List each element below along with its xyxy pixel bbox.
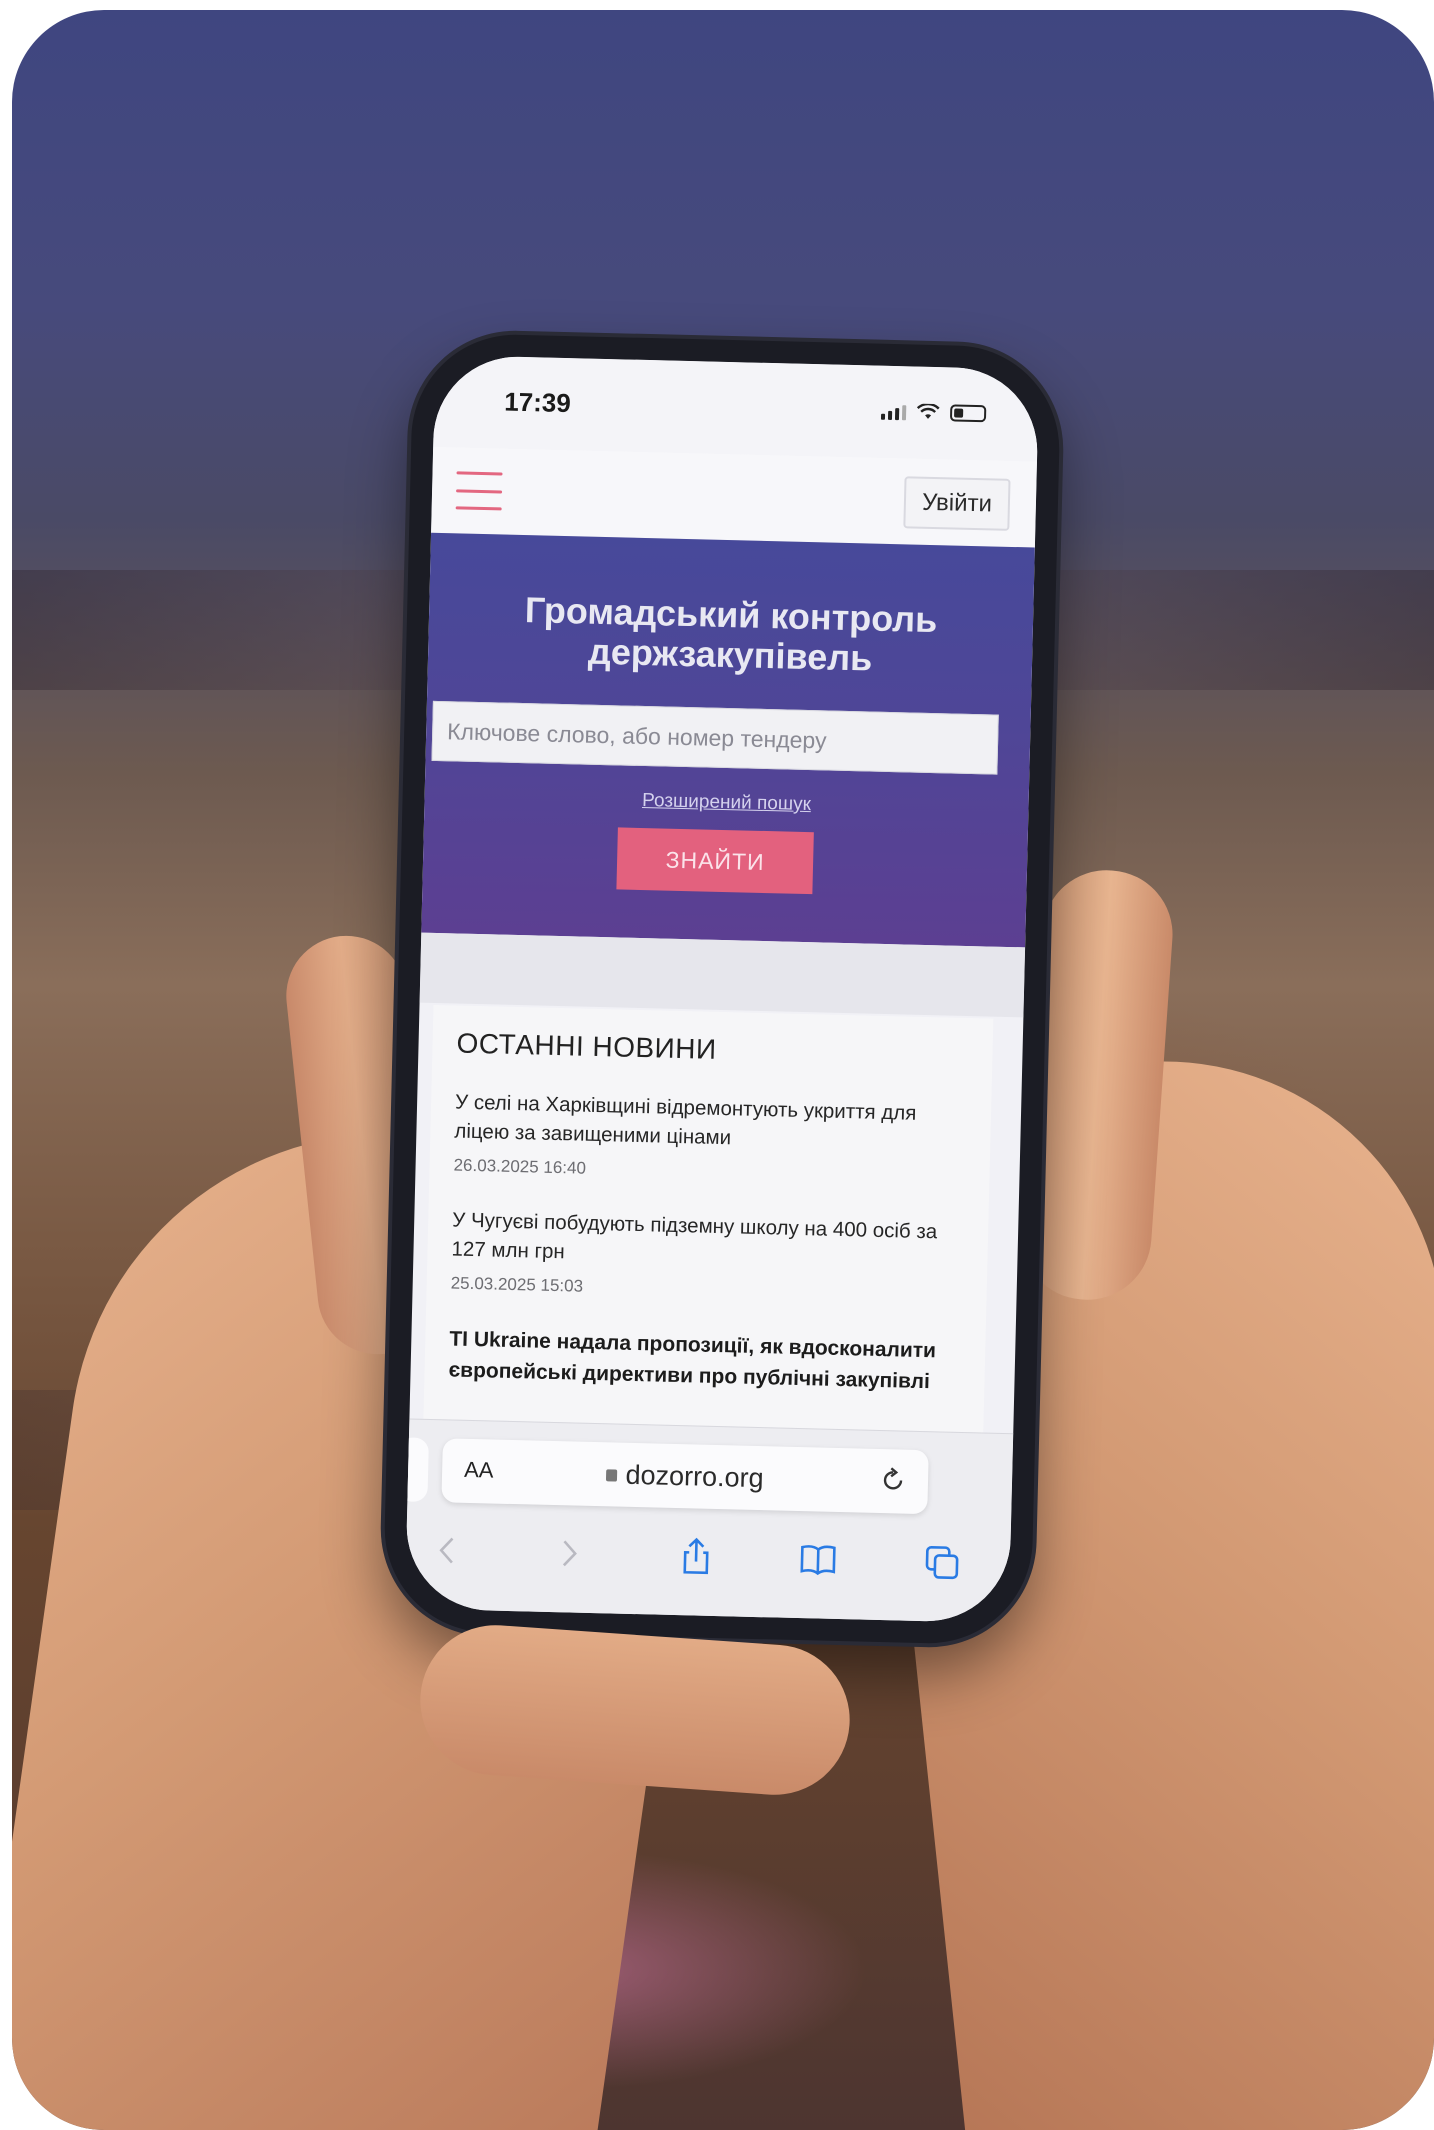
signal-icon <box>880 402 907 421</box>
news-title[interactable]: У Чугуєві побудують підземну школу на 40… <box>451 1205 962 1275</box>
wifi-icon <box>916 403 940 419</box>
news-item[interactable]: У Чугуєві побудують підземну школу на 40… <box>450 1205 962 1305</box>
news-title[interactable]: TI Ukraine надала пропозиції, як вдоскон… <box>448 1323 959 1397</box>
section-separator <box>419 932 1026 1018</box>
news-date: 26.03.2025 16:40 <box>453 1155 587 1178</box>
url-display[interactable]: dozorro.org <box>442 1455 929 1498</box>
news-item[interactable]: TI Ukraine надала пропозиції, як вдоскон… <box>448 1323 959 1397</box>
lock-icon <box>606 1469 618 1482</box>
menu-icon[interactable] <box>455 471 503 511</box>
tabs-icon[interactable] <box>922 1542 963 1583</box>
address-bar[interactable]: AA dozorro.org <box>441 1438 929 1515</box>
forward-icon[interactable] <box>548 1533 589 1574</box>
hero-title: Громадський контроль держзакупівель <box>428 588 1034 683</box>
bookmarks-icon[interactable] <box>798 1539 839 1580</box>
news-date: 25.03.2025 15:03 <box>450 1273 584 1296</box>
smartphone: 17:39 Увійти Громадський контроль держза… <box>382 332 1062 1646</box>
status-icons <box>880 402 987 423</box>
reload-icon[interactable] <box>878 1465 909 1496</box>
holding-finger <box>415 1620 855 1800</box>
site-header: Увійти <box>431 446 1037 549</box>
share-icon[interactable] <box>676 1536 717 1577</box>
status-time: 17:39 <box>503 386 572 419</box>
browser-toolbar <box>405 1523 1010 1598</box>
search-input[interactable] <box>431 700 999 775</box>
phone-screen: 17:39 Увійти Громадський контроль держза… <box>404 354 1040 1624</box>
url-text[interactable]: dozorro.org <box>625 1460 764 1493</box>
browser-bottom-bar: AA dozorro.org <box>404 1418 1014 1624</box>
battery-icon <box>949 403 987 422</box>
previous-tab-preview[interactable] <box>404 1437 429 1502</box>
back-icon[interactable] <box>428 1530 469 1571</box>
news-title[interactable]: У селі на Харківщині відремонтують укрит… <box>454 1088 965 1158</box>
advanced-search-link[interactable]: Розширений пошук <box>424 785 1028 822</box>
news-section: ОСТАННІ НОВИНИ У селі на Харківщині відр… <box>422 1004 994 1489</box>
status-bar: 17:39 <box>433 354 1040 462</box>
news-heading: ОСТАННІ НОВИНИ <box>456 1027 717 1065</box>
news-item[interactable]: У селі на Харківщині відремонтують укрит… <box>453 1088 965 1188</box>
find-button[interactable]: ЗНАЙТИ <box>616 827 814 895</box>
hero-section: Громадський контроль держзакупівель Розш… <box>421 532 1035 948</box>
login-button[interactable]: Увійти <box>903 476 1011 531</box>
